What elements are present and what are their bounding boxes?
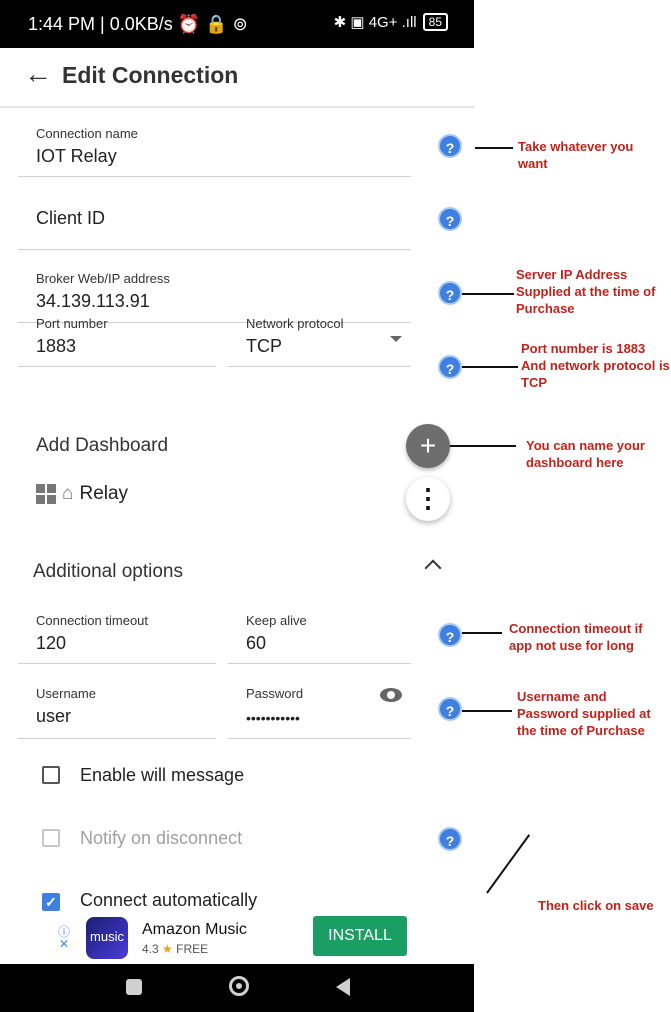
client-id-field[interactable]: Client ID [18,190,411,250]
username-field[interactable]: Username user [18,680,216,739]
help-icon[interactable]: ? [438,355,462,379]
port-number-field[interactable]: Port number 1883 [18,310,216,367]
dropdown-caret-icon [390,336,402,342]
keep-alive-value: 60 [246,633,267,653]
dashboard-item-label: Relay [79,483,129,504]
signal-icon: ✱ ▣ 4G+ .ıll [333,14,417,31]
broker-address-label: Broker Web/IP address [36,271,170,286]
annotation-line [486,834,531,894]
dashboard-grid-icon [36,484,56,504]
home-icon: ⌂ [62,483,74,504]
annotation-line [462,710,512,712]
add-dashboard-button[interactable]: + [406,424,450,468]
annotation-line [462,293,514,295]
connection-timeout-value: 120 [36,633,67,653]
help-icon[interactable]: ? [438,134,462,158]
add-dashboard-label: Add Dashboard [36,435,169,456]
client-id-placeholder: Client ID [36,208,106,228]
nav-back-icon[interactable] [336,978,350,996]
keep-alive-label: Keep alive [246,613,307,628]
install-button[interactable]: INSTALL [313,916,407,956]
enable-will-checkbox[interactable] [42,766,60,784]
connection-name-value: IOT Relay [36,146,117,166]
keep-alive-field[interactable]: Keep alive 60 [228,607,411,664]
annotation-line [475,147,513,149]
amazon-music-logo: music [86,917,128,959]
eye-icon[interactable] [380,688,402,702]
username-value: user [36,706,72,726]
connection-timeout-field[interactable]: Connection timeout 120 [18,607,216,664]
ad-close-icon[interactable]: ✕ [58,938,70,950]
annotation-connection-name: Take whatever you want [518,139,634,171]
broker-address-value: 34.139.113.91 [36,291,150,311]
password-label: Password [246,686,304,701]
status-icons: ✱ ▣ 4G+ .ıll 85 [334,13,448,31]
port-number-label: Port number [36,316,108,331]
battery-icon: 85 [422,13,448,31]
username-label: Username [36,686,96,701]
network-protocol-value: TCP [246,336,282,356]
network-protocol-label: Network protocol [246,316,344,331]
status-time: 1:44 PM | 0.0KB/s ⏰ 🔒 ⊚ [28,14,248,34]
connection-name-field[interactable]: Connection name IOT Relay [18,120,411,177]
ad-info-icon[interactable]: ⓘ ✕ [58,926,70,950]
annotation-timeout: Connection timeout if app not use for lo… [509,621,643,653]
page-title: Edit Connection [62,62,239,88]
annotation-line [462,366,518,368]
connect-automatically-checkbox[interactable]: ✓ [42,893,60,911]
annotation-broker: Server IP Address Supplied at the time o… [516,267,656,316]
notify-disconnect-checkbox[interactable] [42,829,60,847]
annotation-line [450,445,516,447]
phone-screen: 1:44 PM | 0.0KB/s ⏰ 🔒 ⊚ ✱ ▣ 4G+ .ıll 85 … [0,0,474,1012]
connection-timeout-label: Connection timeout [36,613,149,628]
help-icon[interactable]: ? [438,697,462,721]
help-icon[interactable]: ? [438,281,462,305]
connection-name-label: Connection name [36,126,138,141]
port-number-value: 1883 [36,336,77,356]
annotation-save: Then click on save [538,898,654,913]
help-icon[interactable]: ? [438,207,462,231]
ad-rating: 4.3 ★ FREE [142,942,209,956]
enable-will-label: Enable will message [80,765,245,785]
home-button-icon[interactable] [229,976,249,996]
status-bar: 1:44 PM | 0.0KB/s ⏰ 🔒 ⊚ ✱ ▣ 4G+ .ıll 85 [0,0,474,48]
ad-title: Amazon Music [142,921,247,938]
password-value: ••••••••••• [246,710,300,726]
help-icon[interactable]: ? [438,623,462,647]
annotation-credentials: Username and Password supplied at the ti… [517,689,651,738]
annotation-port: Port number is 1883 And network protocol… [521,341,670,390]
more-options-button[interactable]: ⋮ [406,477,450,521]
star-icon: ★ [162,942,173,956]
annotation-line [462,632,502,634]
help-icon[interactable]: ? [438,827,462,851]
recent-apps-icon[interactable] [126,979,142,995]
connect-automatically-label: Connect automatically [80,890,258,910]
system-nav-bar [0,964,474,1012]
ad-banner[interactable]: ⓘ ✕ music Amazon Music 4.3 ★ FREE INSTAL… [0,912,474,964]
additional-options-heading: Additional options [33,561,183,582]
back-arrow-icon[interactable]: ← [24,58,52,90]
dashboard-item[interactable]: ⌂ Relay [36,483,128,505]
notify-disconnect-label: Notify on disconnect [80,828,243,848]
annotation-dashboard: You can name your dashboard here [526,438,645,470]
network-protocol-select[interactable]: Network protocol TCP [228,310,411,367]
chevron-up-icon[interactable] [424,559,442,577]
app-bar: ← Edit Connection [0,48,474,108]
